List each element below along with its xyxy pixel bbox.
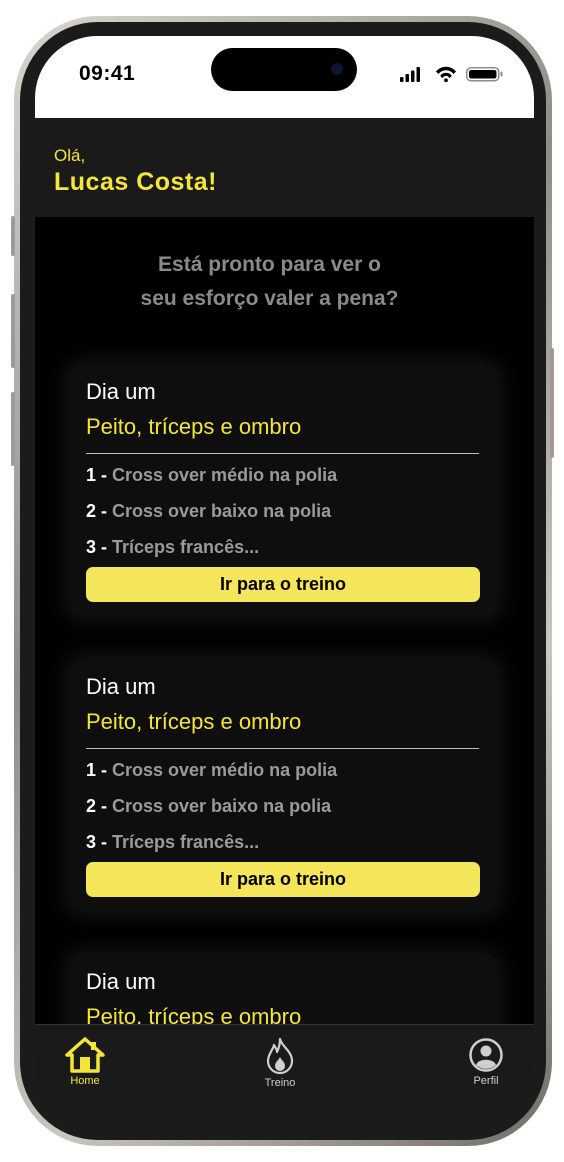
exercise-name: Tríceps francês...	[112, 537, 260, 557]
exercise-item: 3 - Tríceps francês...	[86, 537, 259, 558]
tab-treino-label: Treino	[264, 1077, 296, 1089]
tab-perfil-label: Perfil	[473, 1075, 499, 1087]
status-icons	[400, 66, 503, 82]
workout-card[interactable]: Dia um Peito, tríceps e ombro 1 - Cross …	[70, 660, 497, 911]
status-bar: 09:41	[35, 36, 534, 118]
status-time: 09:41	[79, 62, 136, 85]
workout-day: Dia um	[86, 379, 156, 404]
tab-home-label: Home	[70, 1075, 100, 1087]
exercise-number: 3 -	[86, 832, 113, 852]
flame-icon	[266, 1037, 294, 1075]
workout-card[interactable]: Dia um Peito, tríceps e ombro 1 - Cross …	[70, 365, 497, 616]
exercise-item: 1 - Cross over médio na polia	[86, 760, 337, 781]
muscle-group: Peito, tríceps e ombro	[86, 414, 302, 439]
user-icon	[469, 1038, 503, 1072]
tab-treino[interactable]: Treino	[235, 1037, 325, 1089]
motivation-text: Está pronto para ver o seu esforço valer…	[35, 248, 504, 316]
volume-down-button	[11, 392, 15, 466]
exercise-item: 2 - Cross over baixo na polia	[86, 501, 331, 522]
motivation-line-1: Está pronto para ver o	[158, 253, 381, 276]
exercise-name: Cross over baixo na polia	[112, 796, 332, 816]
home-icon	[65, 1037, 105, 1073]
go-to-workout-button[interactable]: Ir para o treino	[86, 567, 480, 602]
dynamic-island	[211, 48, 357, 91]
tab-home[interactable]: Home	[40, 1037, 130, 1087]
action-button	[11, 216, 15, 256]
exercise-name: Cross over médio na polia	[112, 465, 338, 485]
volume-up-button	[11, 294, 15, 368]
exercise-name: Tríceps francês...	[112, 832, 260, 852]
exercise-number: 1 -	[86, 760, 113, 780]
exercise-item: 3 - Tríceps francês...	[86, 832, 259, 853]
divider	[86, 748, 479, 749]
greeting-header: Olá, Lucas Costa!	[35, 118, 534, 217]
divider	[86, 453, 479, 454]
wifi-icon	[436, 66, 456, 82]
greeting-hello: Olá,	[54, 146, 86, 165]
signal-icon	[400, 67, 420, 82]
exercise-number: 3 -	[86, 537, 113, 557]
tab-perfil[interactable]: Perfil	[441, 1037, 531, 1087]
exercise-item: 2 - Cross over baixo na polia	[86, 796, 331, 817]
muscle-group: Peito, tríceps e ombro	[86, 709, 302, 734]
camera-icon	[331, 63, 343, 75]
go-to-workout-button[interactable]: Ir para o treino	[86, 862, 480, 897]
bottom-tab-bar: Home Treino Perfil	[35, 1024, 534, 1118]
workout-day: Dia um	[86, 674, 156, 699]
exercise-number: 2 -	[86, 796, 113, 816]
motivation-line-2: seu esforço valer a pena?	[140, 287, 399, 310]
exercise-name: Cross over médio na polia	[112, 760, 338, 780]
workout-day: Dia um	[86, 969, 156, 994]
exercise-name: Cross over baixo na polia	[112, 501, 332, 521]
user-name: Lucas Costa!	[54, 168, 217, 196]
exercise-number: 2 -	[86, 501, 113, 521]
battery-icon	[466, 67, 503, 82]
app-screen: 09:41 Olá, Lucas Costa! Está pronto para…	[35, 36, 534, 1118]
power-button	[550, 348, 554, 458]
exercise-item: 1 - Cross over médio na polia	[86, 465, 337, 486]
exercise-number: 1 -	[86, 465, 113, 485]
